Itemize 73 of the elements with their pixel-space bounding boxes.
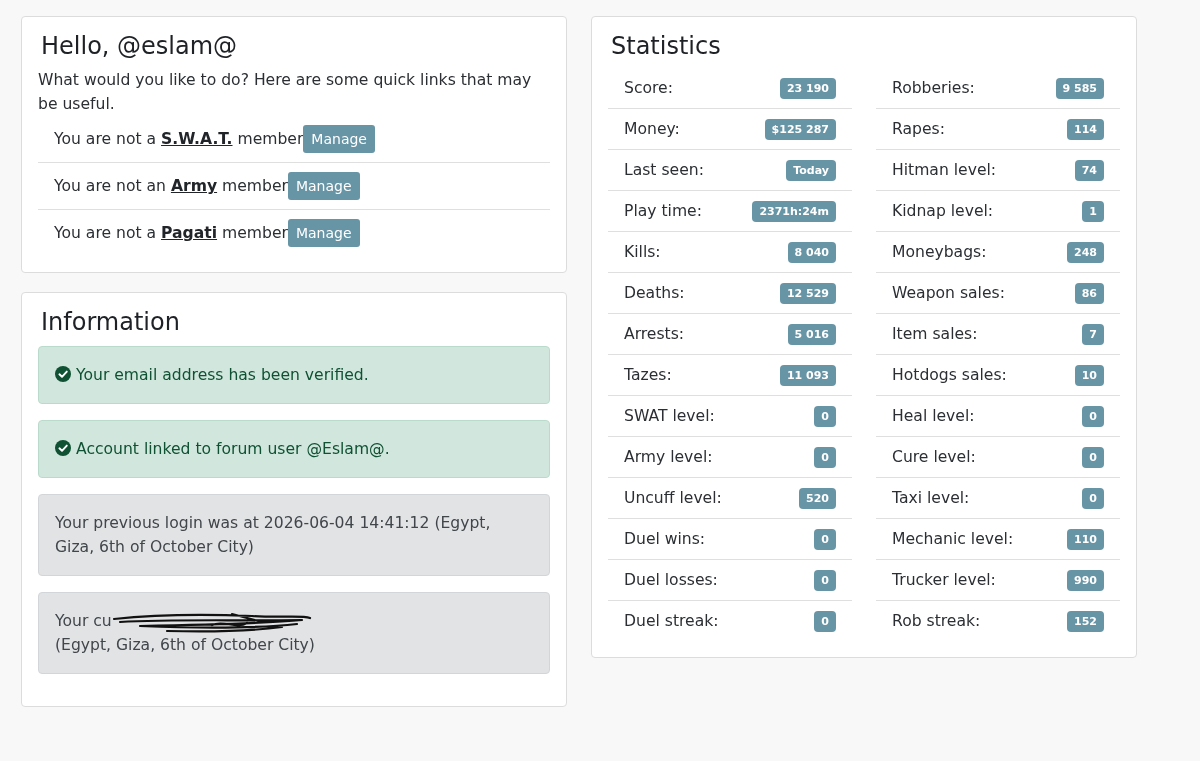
stat-label: Robberies: [892,78,975,99]
stat-value: 152 [1067,610,1104,632]
stat-value: 110 [1067,528,1104,550]
stat-value: 0 [1082,405,1104,427]
stat-label: Kidnap level: [892,201,994,222]
alert-text: Your cu [55,612,112,630]
stat-label: Tazes: [624,365,672,386]
stat-label: Hitman level: [892,160,997,181]
greeting-title: Hello, @eslam@ [40,32,239,61]
stat-label: Play time: [624,201,702,222]
stat-label: Uncuff level: [624,488,722,509]
stat-value: 7 [1082,323,1104,345]
stat-value: 74 [1074,159,1104,181]
stat-value: 0 [814,446,836,468]
stat-label: Moneybags: [892,242,987,263]
statistics-title: Statistics [610,32,722,61]
stat-label: Taxi level: [892,488,970,509]
check-circle-icon [55,366,71,382]
membership-text: You are not a S.W.A.T. member [54,129,304,150]
stat-label: Duel streak: [624,611,719,632]
stat-value: 248 [1067,241,1104,263]
check-circle-icon [55,440,71,456]
stat-value: 990 [1067,569,1104,591]
stat-value: $125 287 [764,118,836,140]
stat-label: Arrests: [624,324,685,345]
stat-label: Money: [624,119,680,140]
stat-value: 0 [814,528,836,550]
stat-value: 114 [1067,118,1104,140]
stat-label: Trucker level: [892,570,996,591]
stat-value: 5 016 [787,323,836,345]
stat-value: 1 [1082,200,1104,222]
stat-label: Mechanic level: [892,529,1014,550]
stat-value: 0 [814,405,836,427]
stat-value: 12 529 [779,282,836,304]
stat-value: 0 [814,610,836,632]
stat-value: 8 040 [787,241,836,263]
stat-label: Deaths: [624,283,685,304]
stat-value: 0 [1082,446,1104,468]
stat-label: Rapes: [892,119,945,140]
stat-label: Hotdogs sales: [892,365,1007,386]
stat-value: 9 585 [1055,77,1104,99]
stat-label: Item sales: [892,324,978,345]
stat-label: Rob streak: [892,611,981,632]
stat-value: 11 093 [779,364,836,386]
stat-value: 23 190 [779,77,836,99]
stat-value: 86 [1074,282,1104,304]
stat-value: 10 [1074,364,1104,386]
stat-label: Heal level: [892,406,975,427]
stat-label: Last seen: [624,160,704,181]
stat-label: Score: [624,78,673,99]
alert-text: Account linked to forum user @Eslam@. [76,440,390,458]
stat-value: Today [786,159,836,181]
stat-label: Duel losses: [624,570,718,591]
stat-value: 520 [799,487,836,509]
group-link[interactable]: Pagati [161,224,218,242]
stat-label: Duel wins: [624,529,706,550]
stat-value: 0 [814,569,836,591]
group-link[interactable]: S.W.A.T. [161,130,233,148]
stat-label: Cure level: [892,447,976,468]
alert-text: Your email address has been verified. [76,366,369,384]
stat-value: 0 [1082,487,1104,509]
membership-text: You are not a Pagati member [54,223,288,244]
membership-text: You are not an Army member [54,176,288,197]
alert-text: (Egypt, Giza, 6th of October City) [55,635,315,656]
stat-label: Army level: [624,447,713,468]
intro-text: What would you like to do? Here are some quick links that may be useful. [38,70,533,115]
stat-value: 2371h:24m [752,200,836,222]
group-link[interactable]: Army [170,177,218,195]
stat-label: SWAT level: [624,406,715,427]
information-title: Information [40,308,181,337]
alert-text: Your previous login was at 2026-06-04 14:41:12 (Egypt, Giza, 6th of October City) [55,514,491,556]
stat-label: Weapon sales: [892,283,1005,304]
stat-label: Kills: [624,242,661,263]
